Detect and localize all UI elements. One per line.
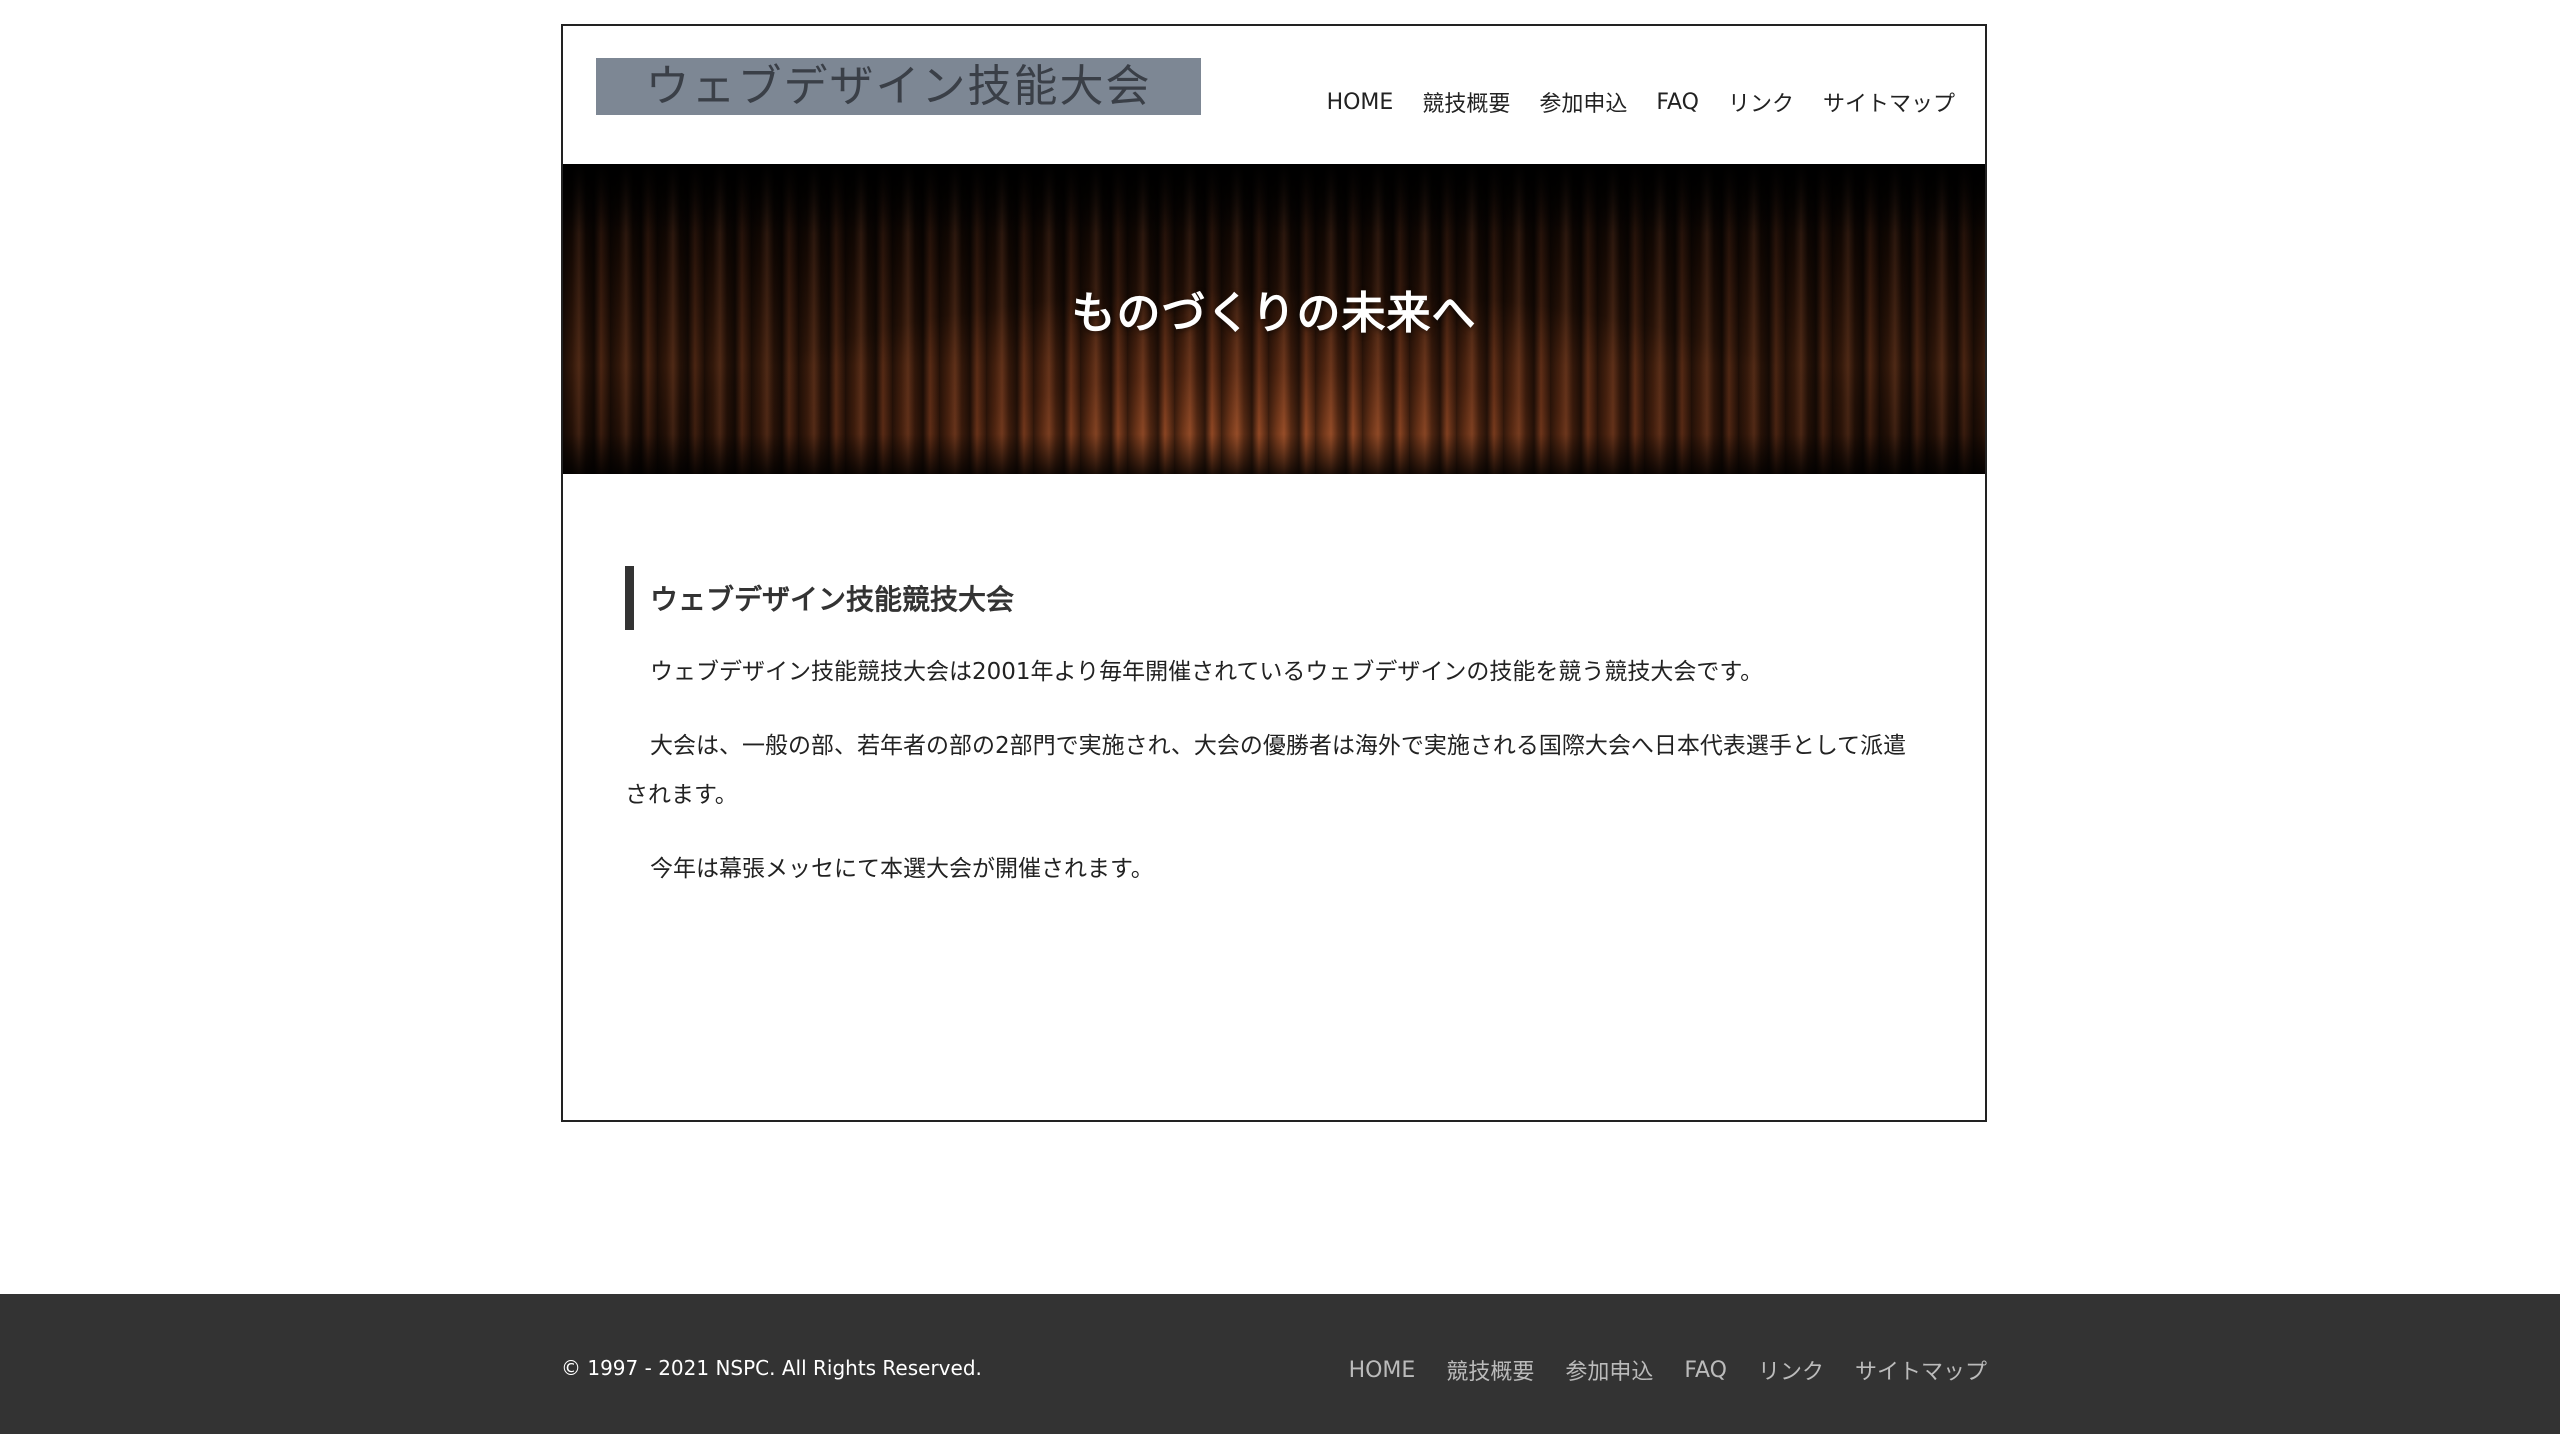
footer-nav: HOME 競技概要 参加申込 FAQ リンク サイトマップ <box>1318 1354 1987 1386</box>
site-logo[interactable]: ウェブデザイン技能大会 <box>596 58 1201 115</box>
nav-sitemap[interactable]: サイトマップ <box>1823 86 1955 118</box>
section-heading: ウェブデザイン技能競技大会 <box>625 566 1925 630</box>
nav-links[interactable]: リンク <box>1728 86 1794 118</box>
footer-nav-overview[interactable]: 競技概要 <box>1446 1354 1534 1386</box>
nav-faq[interactable]: FAQ <box>1656 90 1699 115</box>
hero-tagline: ものづくりの未来へ <box>1071 288 1477 339</box>
site-footer: © 1997 - 2021 NSPC. All Rights Reserved.… <box>0 1294 2560 1434</box>
venue-paragraph: 今年は幕張メッセにて本選大会が開催されます。 <box>650 856 1154 882</box>
nav-overview[interactable]: 競技概要 <box>1422 86 1510 118</box>
hero-banner: ものづくりの未来へ <box>563 164 1985 474</box>
divisions-paragraph: 大会は、一般の部、若年者の部の2部門で実施され、大会の優勝者は海外で実施される国… <box>625 733 1907 808</box>
nav-home[interactable]: HOME <box>1327 90 1394 115</box>
footer-nav-faq[interactable]: FAQ <box>1684 1358 1727 1383</box>
site-logo-text: ウェブデザイン技能大会 <box>645 60 1152 112</box>
page-frame: ウェブデザイン技能大会 HOME 競技概要 参加申込 FAQ リンク サイトマッ… <box>561 24 1987 1122</box>
global-nav: HOME 競技概要 参加申込 FAQ リンク サイトマップ <box>1298 86 1955 118</box>
footer-nav-home[interactable]: HOME <box>1349 1358 1416 1383</box>
footer-nav-sitemap[interactable]: サイトマップ <box>1855 1354 1987 1386</box>
intro-paragraph: ウェブデザイン技能競技大会は2001年より毎年開催されているウェブデザインの技能… <box>650 659 1764 685</box>
copyright-text: © 1997 - 2021 NSPC. All Rights Reserved. <box>561 1356 982 1380</box>
site-header: ウェブデザイン技能大会 HOME 競技概要 参加申込 FAQ リンク サイトマッ… <box>563 26 1985 164</box>
main-content: ウェブデザイン技能競技大会 ウェブデザイン技能競技大会は2001年より毎年開催さ… <box>625 566 1925 894</box>
footer-nav-links[interactable]: リンク <box>1758 1354 1824 1386</box>
nav-apply[interactable]: 参加申込 <box>1539 86 1627 118</box>
footer-nav-apply[interactable]: 参加申込 <box>1565 1354 1653 1386</box>
